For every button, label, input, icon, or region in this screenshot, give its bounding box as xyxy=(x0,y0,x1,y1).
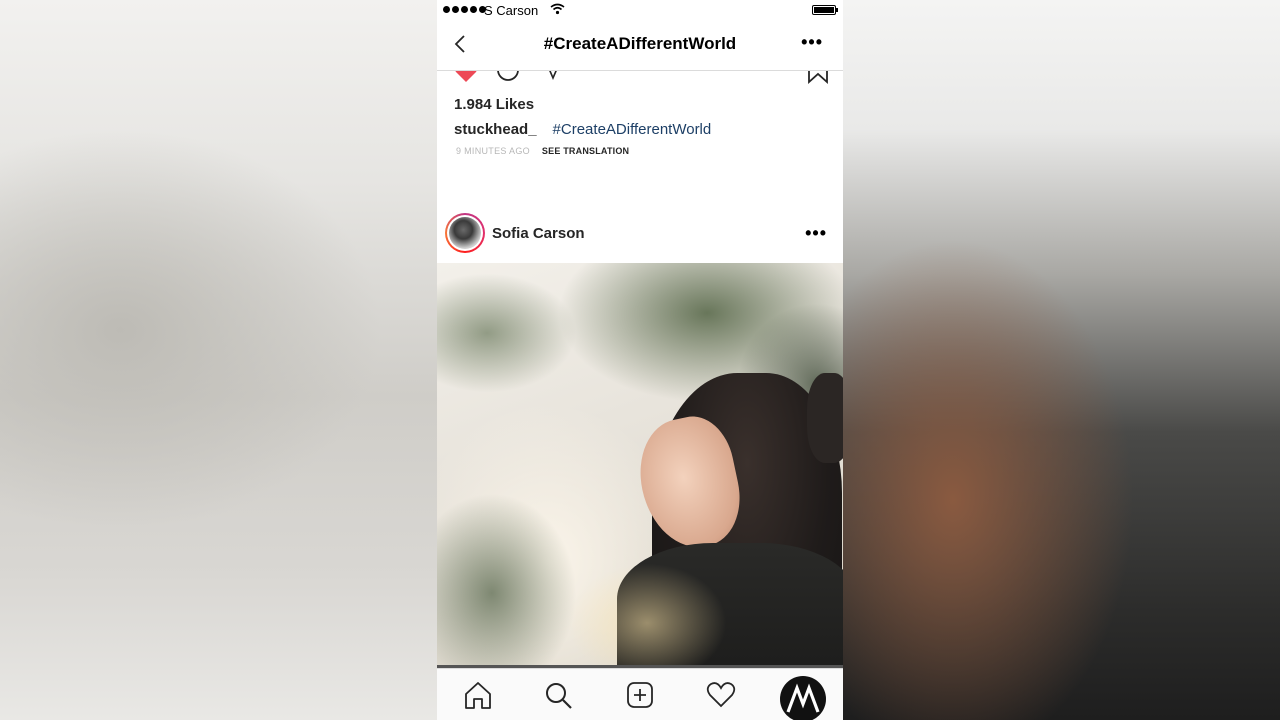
avatar-ring-gap xyxy=(447,215,483,251)
avatar-photo xyxy=(449,217,481,249)
post-timestamp: 9 MINUTES AGO xyxy=(456,146,530,156)
post-image[interactable] xyxy=(437,263,843,667)
nav-bar: #CreateADifferentWorld ••• xyxy=(437,22,843,71)
post-header: Sofia Carson ••• xyxy=(437,211,843,257)
post-username[interactable]: Sofia Carson xyxy=(492,225,585,242)
heart-icon[interactable] xyxy=(705,679,737,711)
post-caption: stuckhead_ #CreateADifferentWorld xyxy=(454,121,711,138)
caption-hashtag[interactable]: #CreateADifferentWorld xyxy=(553,121,712,138)
wifi-icon xyxy=(550,3,565,15)
tab-bar xyxy=(437,668,843,720)
see-translation-link[interactable]: SEE TRANSLATION xyxy=(542,146,629,156)
more-dots-icon[interactable]: ••• xyxy=(805,223,827,244)
signal-dots-icon xyxy=(443,6,486,13)
status-bar: S Carson xyxy=(437,0,843,22)
phone-screen: S Carson #CreateADifferentWorld ••• 1.98… xyxy=(437,0,843,720)
profile-icon[interactable] xyxy=(780,676,826,720)
aw-logo-icon xyxy=(786,683,820,713)
avatar[interactable] xyxy=(445,213,485,253)
foliage-blur xyxy=(437,273,577,393)
more-dots-icon[interactable]: ••• xyxy=(801,32,823,53)
carrier-label: S Carson xyxy=(484,3,539,18)
search-icon[interactable] xyxy=(542,679,574,711)
person-hand xyxy=(807,373,843,463)
blurred-backdrop-right xyxy=(843,0,1280,720)
post-meta: 9 MINUTES AGO SEE TRANSLATION xyxy=(456,146,629,156)
likes-count[interactable]: 1.984 Likes xyxy=(454,96,534,113)
page-title: #CreateADifferentWorld xyxy=(543,34,737,53)
foliage-blur xyxy=(437,493,577,667)
battery-icon xyxy=(812,5,838,15)
caption-username[interactable]: stuckhead_ xyxy=(454,121,537,138)
blurred-backdrop-left xyxy=(0,0,437,720)
home-icon[interactable] xyxy=(462,679,494,711)
add-post-icon[interactable] xyxy=(624,679,656,711)
